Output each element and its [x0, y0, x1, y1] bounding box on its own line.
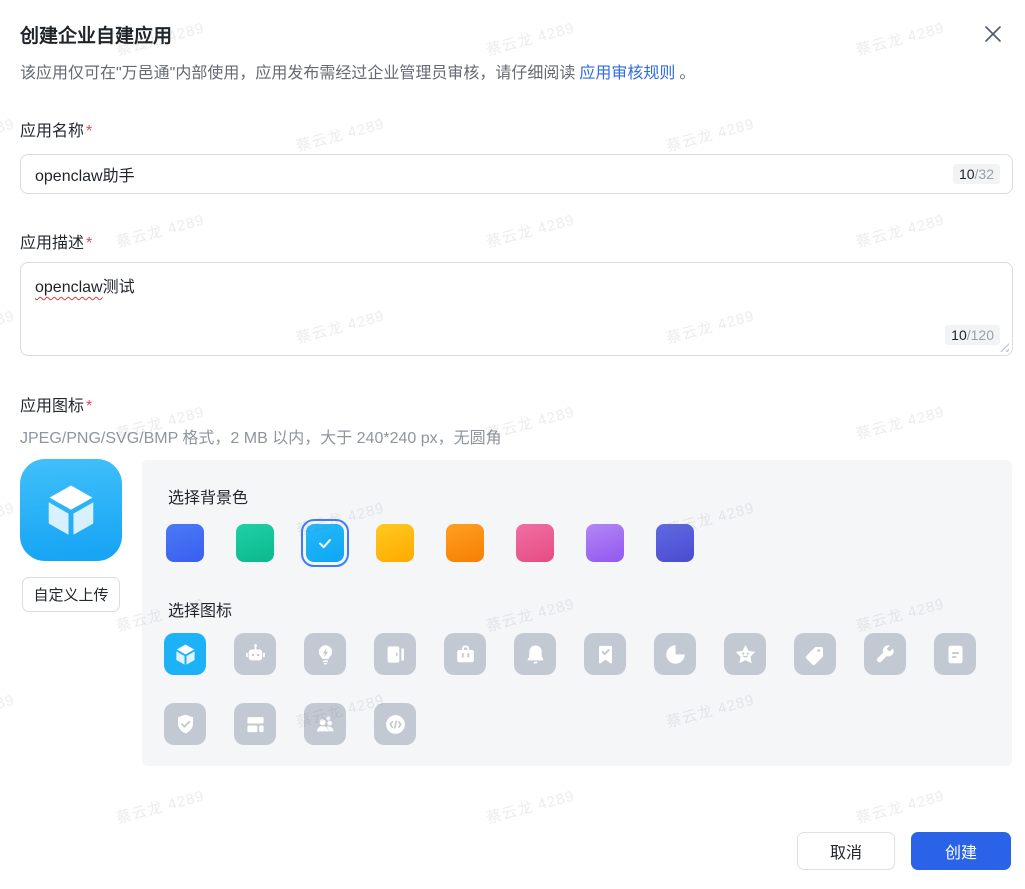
custom-upload-button[interactable]: 自定义上传 — [22, 577, 120, 612]
dialog-subtitle: 该应用仅可在"万邑通"内部使用，应用发布需经过企业管理员审核，请仔细阅读 应用审核… — [20, 59, 695, 83]
required-asterisk: * — [86, 398, 93, 415]
icon-selection-panel: 选择背景色 选择图标 — [142, 460, 1012, 766]
cube-icon — [175, 643, 195, 665]
icon-tile-code[interactable] — [374, 703, 416, 745]
watermark-text: 蔡云龙 4289 — [854, 211, 947, 252]
watermark-text: 蔡云龙 4289 — [484, 787, 577, 828]
icon-tile-robot[interactable] — [234, 633, 276, 675]
icon-format-hint: JPEG/PNG/SVG/BMP 格式，2 MB 以内，大于 240*240 p… — [20, 430, 502, 447]
background-color-title: 选择背景色 — [168, 490, 249, 507]
bell-icon — [527, 645, 543, 663]
app-desc-label: 应用描述 * — [20, 235, 93, 252]
icon-tile-tag[interactable] — [794, 633, 836, 675]
app-icon-preview — [20, 459, 122, 561]
code-icon — [385, 714, 405, 734]
icon-tile-door[interactable] — [374, 633, 416, 675]
watermark-text: 蔡云龙 4289 — [0, 115, 17, 156]
app-desc-counter: 10/120 — [945, 325, 1000, 345]
users-icon — [316, 715, 334, 731]
create-button[interactable]: 创建 — [911, 832, 1011, 870]
icon-tile-star[interactable] — [724, 633, 766, 675]
watermark-text: 蔡云龙 4289 — [854, 787, 947, 828]
required-asterisk: * — [86, 235, 93, 252]
cube-icon — [48, 485, 94, 535]
wrench-icon — [876, 644, 894, 662]
review-rules-link[interactable]: 应用审核规则 — [579, 65, 675, 82]
watermark-text: 蔡云龙 4289 — [294, 115, 387, 156]
watermark-text: 蔡云龙 4289 — [0, 499, 17, 540]
pie-chart-icon — [665, 644, 685, 664]
icon-tile-layout[interactable] — [234, 703, 276, 745]
bg-color-orange[interactable] — [446, 524, 484, 562]
bulb-icon — [318, 644, 332, 664]
watermark-text: 蔡云龙 4289 — [114, 211, 207, 252]
check-icon — [319, 538, 331, 549]
watermark-text: 蔡云龙 4289 — [0, 691, 17, 732]
star-icon — [735, 644, 755, 663]
watermark-text: 蔡云龙 4289 — [854, 19, 947, 60]
bg-color-purple[interactable] — [586, 524, 624, 562]
app-icon-label: 应用图标 * — [20, 398, 93, 415]
app-desc-value-misspelled: openclaw — [35, 279, 103, 296]
tag-icon — [805, 646, 823, 665]
bg-color-indigo[interactable] — [656, 524, 694, 562]
watermark-text: 蔡云龙 4289 — [0, 307, 17, 348]
watermark-text: 蔡云龙 4289 — [664, 115, 757, 156]
bg-color-pink[interactable] — [516, 524, 554, 562]
icon-tile-cube-selected[interactable] — [164, 633, 206, 675]
app-name-input[interactable]: openclaw助手 10/32 — [20, 154, 1013, 194]
cancel-button[interactable]: 取消 — [797, 832, 895, 870]
app-name-counter: 10/32 — [952, 164, 1000, 184]
bg-color-green[interactable] — [236, 524, 274, 562]
bookmark-check-icon — [598, 645, 612, 664]
briefcase-icon — [456, 645, 474, 662]
watermark-text: 蔡云龙 4289 — [484, 19, 577, 60]
icon-tile-shield-check[interactable] — [164, 703, 206, 745]
icon-tile-pie-chart[interactable] — [654, 633, 696, 675]
watermark-text: 蔡云龙 4289 — [114, 787, 207, 828]
bg-color-sky-selected[interactable] — [301, 519, 349, 567]
app-desc-textarea[interactable]: openclaw测试 10/120 — [20, 262, 1013, 356]
door-icon — [387, 645, 404, 663]
shield-check-icon — [177, 714, 193, 733]
resize-handle-icon[interactable] — [1000, 343, 1009, 352]
watermark-text: 蔡云龙 4289 — [854, 403, 947, 444]
layout-icon — [246, 716, 264, 732]
robot-icon — [245, 643, 265, 660]
icon-tile-bulb[interactable] — [304, 633, 346, 675]
subtitle-period: 。 — [679, 65, 696, 82]
bg-color-blue[interactable] — [166, 524, 204, 562]
document-icon — [948, 645, 962, 663]
create-app-dialog: 创建企业自建应用 该应用仅可在"万邑通"内部使用，应用发布需经过企业管理员审核，… — [0, 0, 1025, 889]
icon-tile-briefcase[interactable] — [444, 633, 486, 675]
icon-choice-title: 选择图标 — [168, 603, 233, 620]
watermark-text: 蔡云龙 4289 — [484, 211, 577, 252]
icon-tile-bell[interactable] — [514, 633, 556, 675]
close-icon[interactable] — [979, 20, 1007, 48]
icon-tile-document[interactable] — [934, 633, 976, 675]
subtitle-text: 该应用仅可在"万邑通"内部使用，应用发布需经过企业管理员审核，请仔细阅读 — [20, 65, 576, 82]
icon-choice-tiles — [164, 633, 980, 745]
app-name-label: 应用名称 * — [20, 123, 93, 140]
icon-tile-wrench[interactable] — [864, 633, 906, 675]
dialog-title: 创建企业自建应用 — [20, 26, 173, 47]
app-desc-value: 测试 — [102, 279, 135, 296]
icon-tile-users[interactable] — [304, 703, 346, 745]
required-asterisk: * — [86, 123, 93, 140]
background-color-swatches — [166, 519, 694, 567]
app-name-value: openclaw助手 — [35, 168, 135, 185]
bg-color-yellow[interactable] — [376, 524, 414, 562]
icon-tile-bookmark-check[interactable] — [584, 633, 626, 675]
